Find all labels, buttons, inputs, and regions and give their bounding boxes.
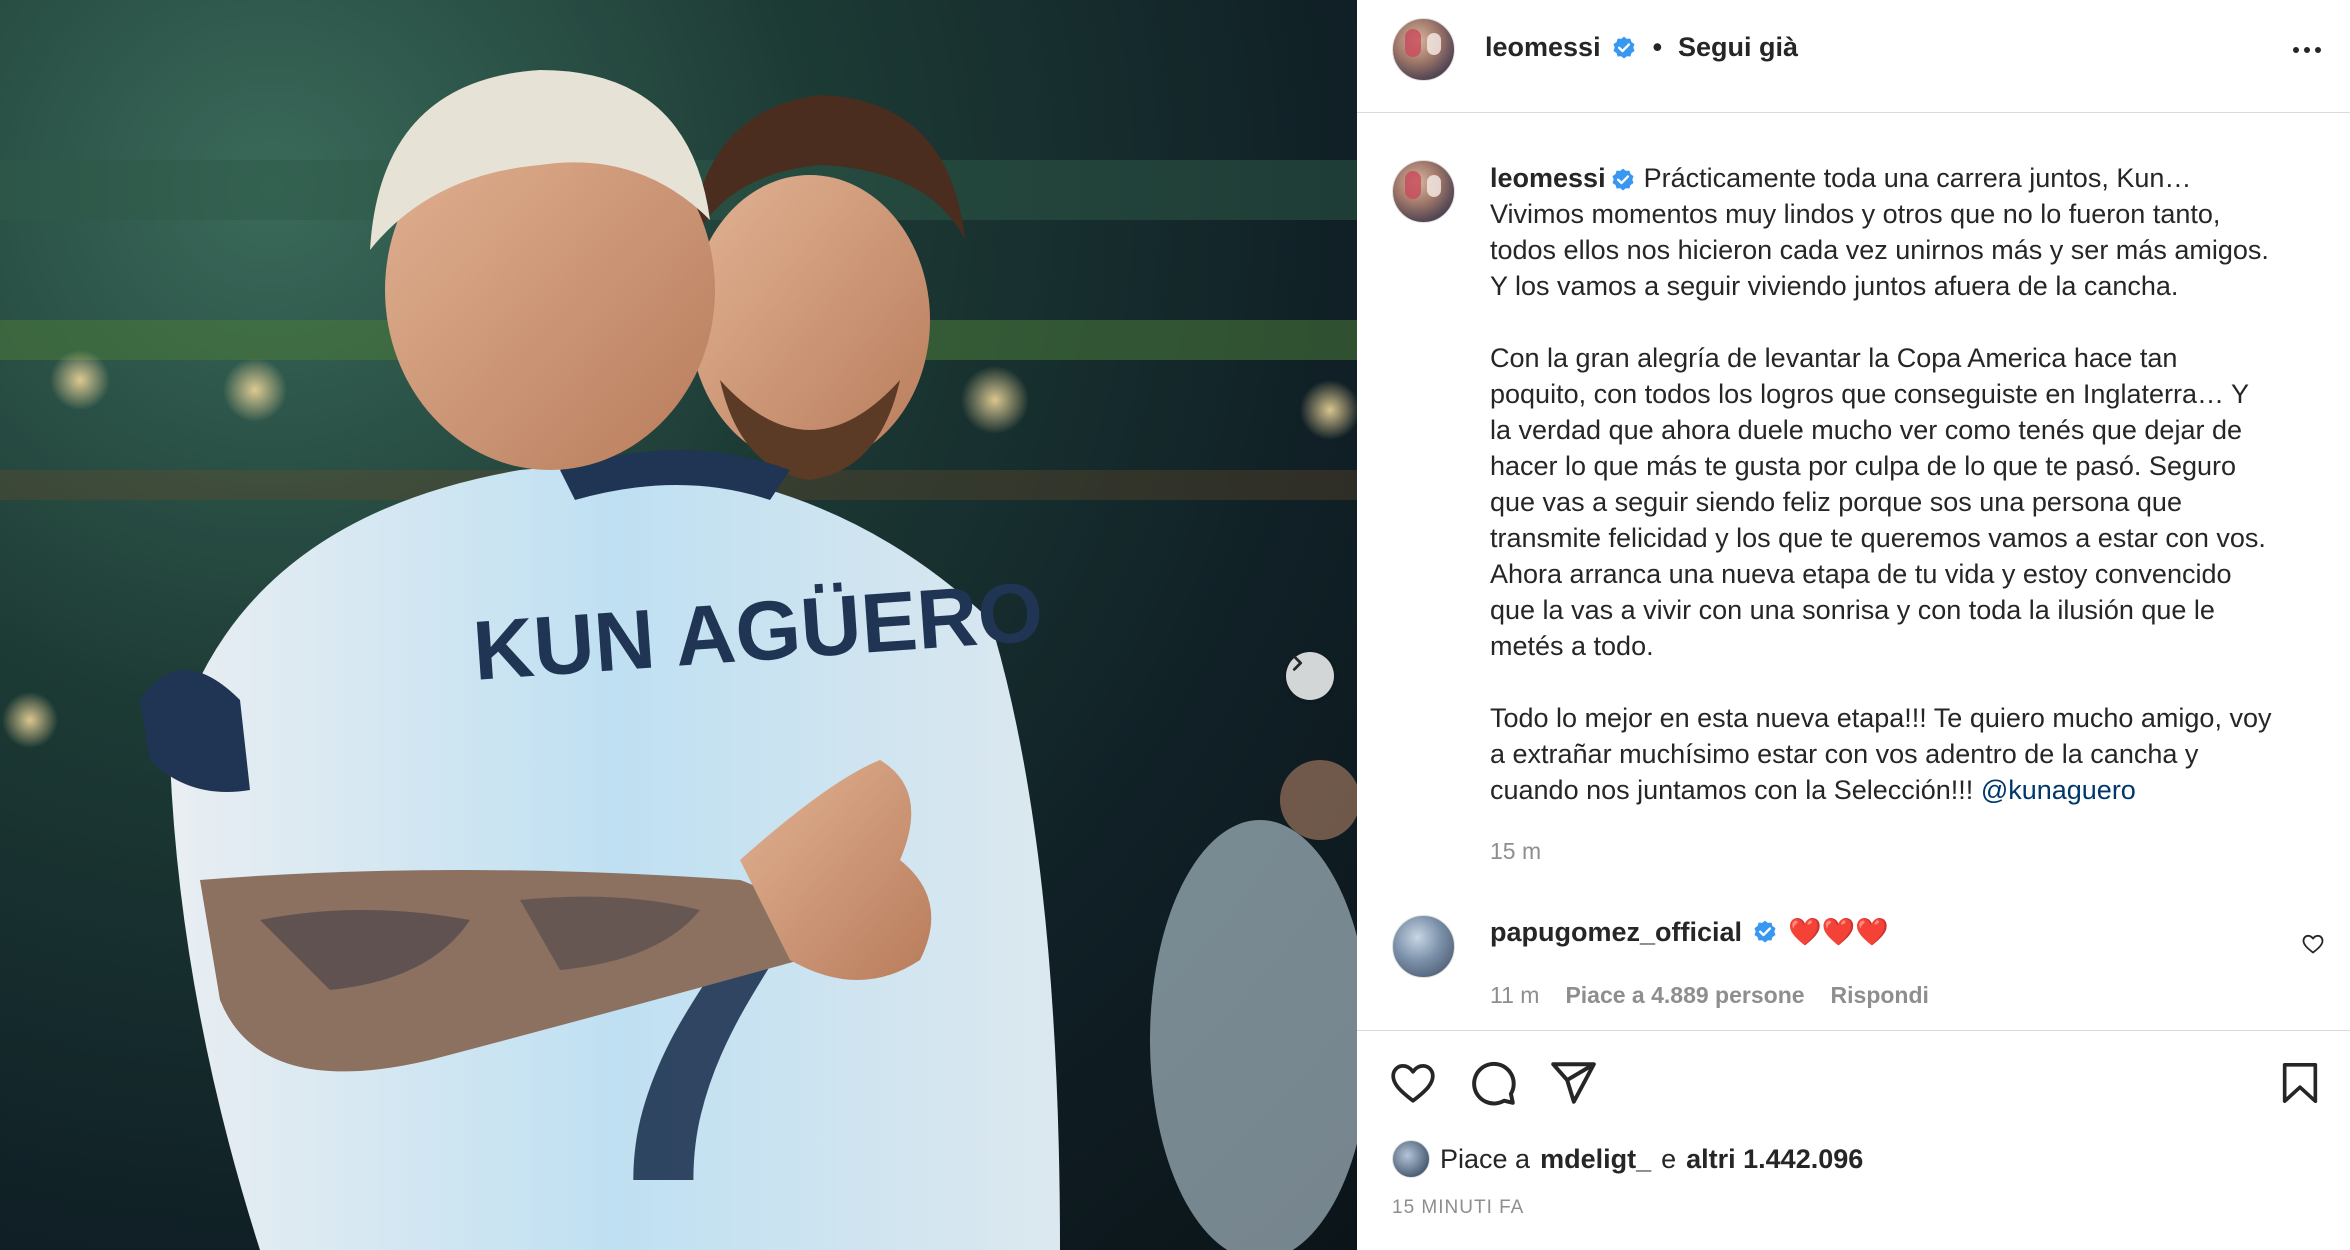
actions-divider [1357, 1030, 2350, 1031]
comment-avatar[interactable] [1392, 915, 1455, 978]
caption: leomessi Prácticamente toda una carrera j… [1490, 160, 2330, 808]
post-header: leomessi • Segui già [1485, 32, 1798, 63]
header-separator: • [1652, 32, 1663, 62]
caption-avatar[interactable] [1392, 160, 1455, 223]
comment-likes-link[interactable]: Piace a 4.889 persone [1565, 982, 1804, 1009]
photo-illustration: 7 KUN AGÜERO [0, 70, 1357, 1250]
post-side-panel: leomessi • Segui già leomessi Prácticamen… [1357, 0, 2350, 1250]
post-photo[interactable]: 7 KUN AGÜERO [0, 0, 1357, 1250]
likes-others-link[interactable]: altri 1.442.096 [1686, 1144, 1863, 1175]
caption-username[interactable]: leomessi [1490, 163, 1606, 193]
chevron-right-icon [1292, 655, 1303, 671]
caption-paragraph-1: Prácticamente toda una carrera juntos, K… [1490, 163, 2269, 301]
heart-icon[interactable] [1388, 1058, 1438, 1108]
caption-time[interactable]: 15 m [1490, 838, 1541, 865]
next-photo-button[interactable] [1286, 652, 1334, 700]
bookmark-icon[interactable] [2277, 1058, 2323, 1108]
header-username[interactable]: leomessi [1485, 32, 1601, 63]
more-options-icon[interactable] [2287, 38, 2327, 62]
likes-user-link[interactable]: mdeligt_ [1540, 1144, 1651, 1175]
comment-text: ❤️❤️❤️ [1788, 917, 1889, 947]
share-icon[interactable] [1548, 1058, 1598, 1108]
verified-badge-icon [1754, 920, 1776, 943]
comment-icon[interactable] [1468, 1058, 1518, 1108]
caption-paragraph-3: Todo lo mejor en esta nueva etapa!!! Te … [1490, 703, 2272, 805]
caption-mention-link[interactable]: @kunaguero [1981, 775, 2136, 805]
comment-meta: 11 m Piace a 4.889 persone Rispondi [1490, 982, 1929, 1009]
comment-heart-icon[interactable] [2301, 932, 2325, 956]
comment-username[interactable]: papugomez_official [1490, 917, 1742, 948]
likes-summary: Piace a mdeligt_ e altri 1.442.096 [1392, 1140, 1863, 1178]
caption-paragraph-2: Con la gran alegría de levantar la Copa … [1490, 343, 2266, 661]
post-timestamp[interactable]: 15 MINUTI FA [1392, 1197, 1524, 1219]
comment-reply-button[interactable]: Rispondi [1831, 982, 1929, 1009]
following-button[interactable]: Segui già [1678, 32, 1798, 63]
likes-conjunction: e [1661, 1143, 1677, 1174]
header-divider [1357, 112, 2350, 113]
verified-badge-icon [1612, 168, 1634, 191]
comment: papugomez_official ❤️❤️❤️ [1490, 916, 1889, 948]
liker-avatar[interactable] [1392, 1140, 1430, 1178]
likes-prefix: Piace a [1440, 1143, 1531, 1174]
comment-time[interactable]: 11 m [1490, 982, 1539, 1009]
author-avatar[interactable] [1392, 18, 1455, 81]
verified-badge-icon [1613, 36, 1635, 59]
